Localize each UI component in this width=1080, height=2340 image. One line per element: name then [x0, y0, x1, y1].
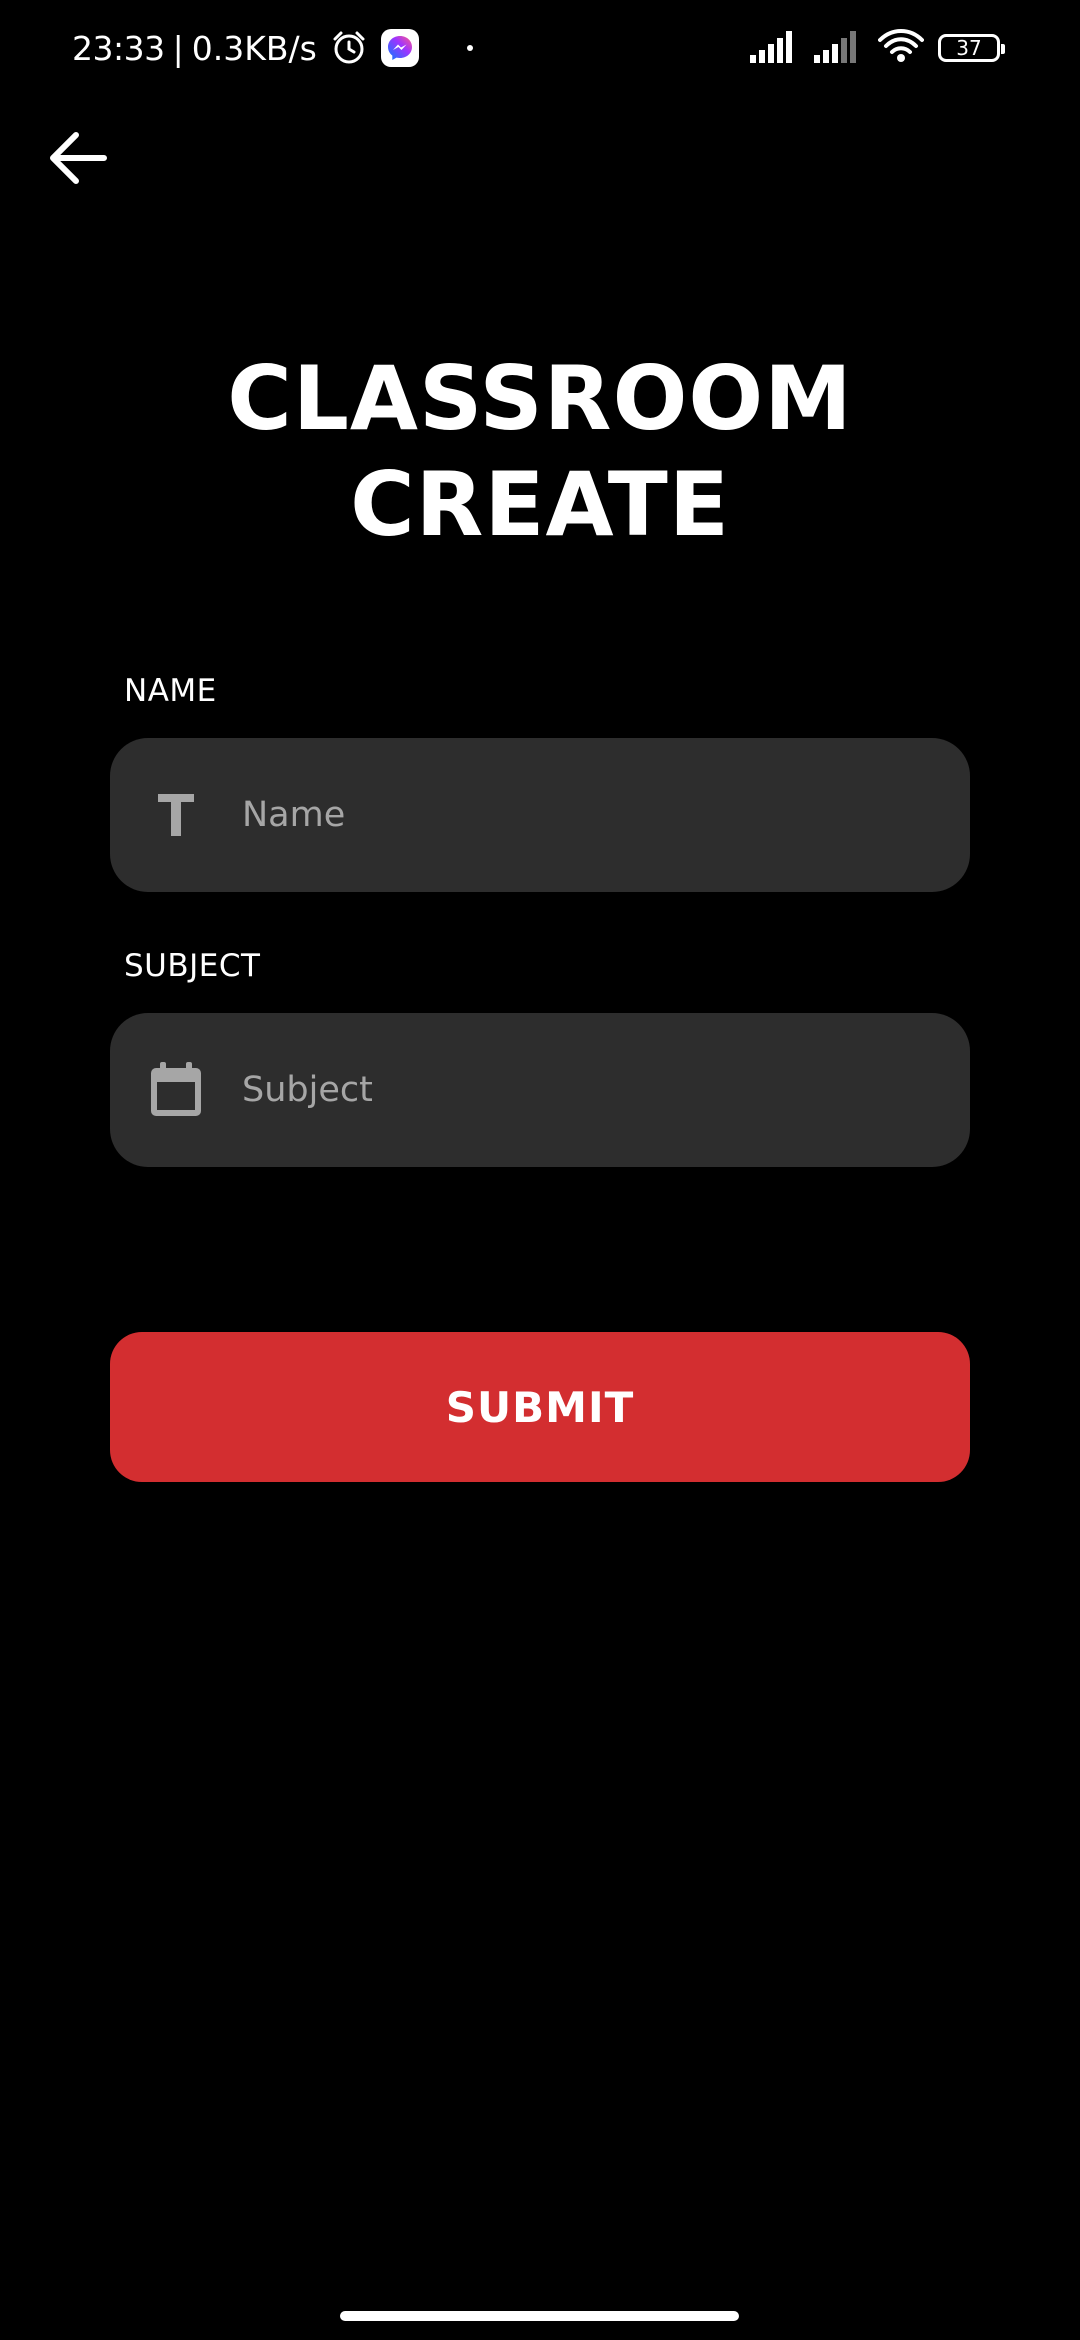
- page-title-line2: CREATE: [350, 453, 730, 556]
- name-label: NAME: [124, 673, 217, 709]
- name-input[interactable]: [242, 795, 922, 835]
- arrow-left-icon: [50, 132, 107, 184]
- alarm-icon: [331, 30, 367, 66]
- status-time: 23:33: [72, 28, 165, 68]
- messenger-icon: [380, 29, 419, 67]
- status-right: 37: [750, 28, 1005, 69]
- page-title-line1: CLASSROOM: [227, 347, 853, 450]
- signal-icon: [814, 29, 864, 68]
- status-bar: 23:33 | 0.3KB/s 37: [0, 0, 1080, 96]
- status-left: 23:33 | 0.3KB/s: [72, 28, 473, 68]
- subject-field[interactable]: [110, 1013, 970, 1167]
- subject-input[interactable]: [242, 1070, 922, 1110]
- dot-icon: [466, 45, 473, 51]
- battery-level: 37: [956, 36, 982, 60]
- back-button[interactable]: [44, 124, 112, 192]
- subject-label: SUBJECT: [124, 948, 261, 984]
- signal-icon: [750, 29, 800, 68]
- status-separator: |: [172, 28, 184, 68]
- network-speed: 0.3KB/s: [191, 28, 317, 68]
- text-t-icon: [146, 785, 206, 845]
- page-title: CLASSROOM CREATE: [0, 346, 1080, 558]
- submit-button[interactable]: SUBMIT: [110, 1332, 970, 1482]
- home-indicator[interactable]: [340, 2311, 739, 2321]
- wifi-icon: [878, 28, 924, 69]
- battery-icon: 37: [938, 34, 1005, 62]
- name-field[interactable]: [110, 738, 970, 892]
- calendar-icon: [146, 1060, 206, 1120]
